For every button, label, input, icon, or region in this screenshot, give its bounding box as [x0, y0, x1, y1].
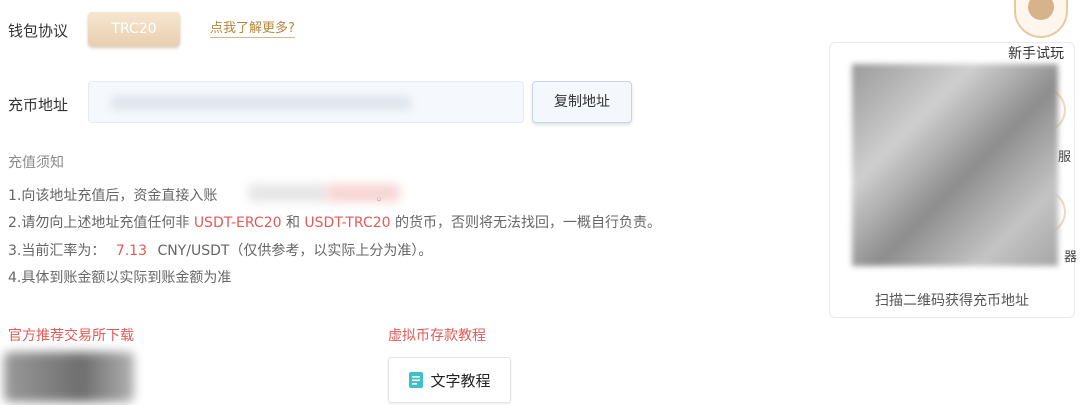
- exchange-logo-redacted[interactable]: [4, 352, 134, 402]
- deposit-address-field[interactable]: [88, 81, 524, 123]
- token-trc20: USDT-TRC20: [304, 215, 391, 231]
- learn-more-link[interactable]: 点我了解更多?: [210, 17, 295, 38]
- text-tutorial-button[interactable]: 文字教程: [388, 357, 511, 403]
- redacted-account: [248, 184, 328, 202]
- notice-line-4: 4.具体到账金额以实际到账金额为准: [8, 270, 232, 286]
- exchange-download-title: 官方推荐交易所下载: [8, 328, 134, 344]
- document-icon: [409, 372, 424, 388]
- tutorial-title: 虚拟币存款教程: [388, 328, 486, 344]
- wallet-protocol-label: 钱包协议: [8, 22, 69, 40]
- protocol-trc20-button[interactable]: TRC20: [88, 12, 180, 46]
- trial-play-label[interactable]: 新手试玩: [1008, 43, 1064, 63]
- exchange-rate: 7.13: [115, 243, 147, 259]
- token-erc20: USDT-ERC20: [193, 215, 282, 231]
- qr-code-image: [852, 64, 1058, 266]
- notice-line-2: 2.请勿向上述地址充值任何非 USDT-ERC20 和 USDT-TRC20 的…: [8, 215, 661, 231]
- notice-line-3: 3.当前汇率为： 7.13 CNY/USDT（仅供参考，以实际上分为准）。: [8, 243, 433, 259]
- copy-address-button[interactable]: 复制地址: [532, 81, 632, 123]
- qr-caption: 扫描二维码获得充币地址: [875, 293, 1029, 309]
- device-label-partial[interactable]: 器: [1064, 246, 1077, 265]
- redacted-account-highlight: [326, 184, 400, 202]
- trial-play-icon[interactable]: [1014, 0, 1068, 38]
- address-redacted: [111, 96, 411, 110]
- service-label-partial[interactable]: 服: [1058, 146, 1071, 165]
- text-tutorial-label: 文字教程: [430, 371, 491, 390]
- notice-title: 充值须知: [8, 155, 64, 171]
- deposit-address-label: 充币地址: [8, 96, 69, 114]
